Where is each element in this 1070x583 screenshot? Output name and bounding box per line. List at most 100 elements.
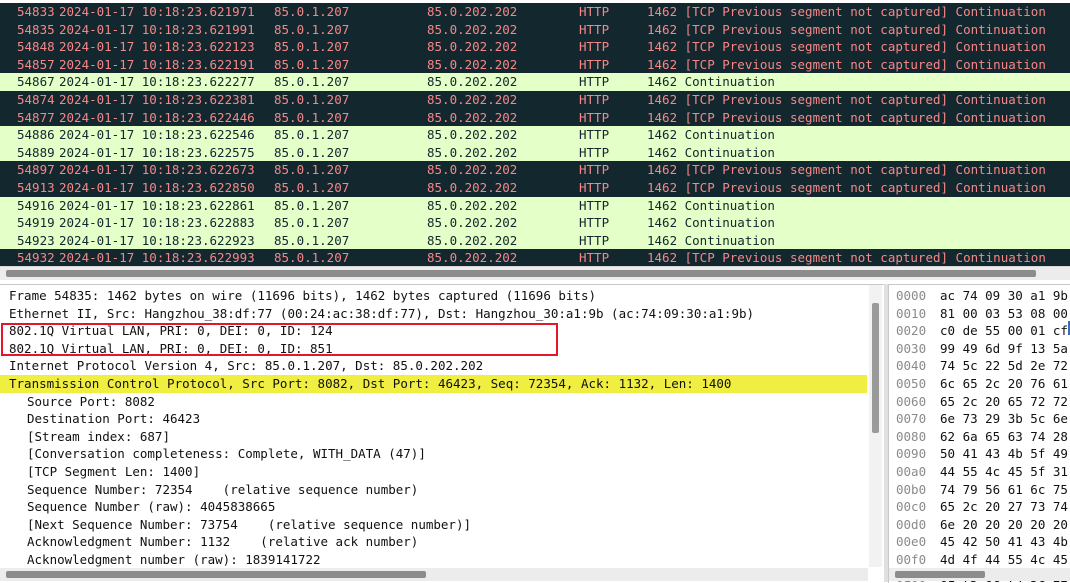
packet-row[interactable]: 54889 2024-01-17 10:18:23.622575 85.0.1.20… [0, 143, 1070, 162]
bytes-hex[interactable]: 62 6a 65 63 74 28 [940, 428, 1068, 446]
packet-cell-src: 85.0.1.207 [274, 127, 350, 143]
bytes-row: 0050 6c 65 2c 20 76 61 [889, 375, 1070, 393]
packet-cell-src: 85.0.1.207 [274, 56, 350, 72]
packet-cell-src: 85.0.1.207 [274, 250, 350, 266]
packet-cell-info: 1462 Continuation [647, 144, 775, 160]
packet-list[interactable]: 54833 2024-01-17 10:18:23.621971 85.0.1.20… [0, 0, 1070, 266]
packet-list-horizontal-scrollbar[interactable] [0, 266, 1070, 280]
bytes-offset: 00e0 [896, 534, 927, 550]
bytes-row: 0040 74 5c 22 5d 2e 72 [889, 357, 1070, 375]
bytes-row: 00c0 65 2c 20 27 73 74 [889, 498, 1070, 516]
bytes-row: 0020 c0 de 55 00 01 cf [889, 322, 1070, 340]
bytes-hex[interactable]: c0 de 55 00 01 cf [940, 322, 1068, 340]
packet-cell-time: 2024-01-17 10:18:23.622861 [59, 197, 255, 213]
bytes-offset: 00f0 [896, 552, 927, 567]
packet-row[interactable]: 54848 2024-01-17 10:18:23.622123 85.0.1.20… [0, 38, 1070, 56]
bytes-hex[interactable]: 50 41 43 4b 5f 49 [940, 445, 1068, 463]
packet-cell-dst: 85.0.202.202 [427, 250, 518, 266]
details-line[interactable]: [TCP Segment Len: 1400] [27, 463, 200, 481]
bytes-hex[interactable]: 45 42 50 41 43 4b [940, 533, 1068, 551]
packet-cell-dst: 85.0.202.202 [427, 39, 518, 55]
bytes-row: 00b0 74 79 56 61 6c 75 [889, 481, 1070, 499]
details-line[interactable]: Frame 54835: 1462 bytes on wire (11696 b… [9, 287, 596, 305]
packet-cell-dst: 85.0.202.202 [427, 92, 518, 107]
packet-bytes-pane[interactable]: 0000 ac 74 09 30 a1 9b 0010 81 00 03 53 08 … [888, 284, 1070, 583]
packet-cell-no: 54889 [17, 144, 55, 160]
scrollbar-thumb[interactable] [895, 571, 985, 578]
bytes-hex[interactable]: 74 5c 22 5d 2e 72 [940, 357, 1068, 375]
details-line[interactable]: Internet Protocol Version 4, Src: 85.0.1… [9, 357, 483, 375]
details-line[interactable]: Acknowledgment Number: 1132 (relative ac… [27, 533, 418, 551]
details-horizontal-scrollbar[interactable] [0, 568, 868, 581]
details-line[interactable]: Source Port: 8082 [27, 393, 155, 411]
packet-cell-dst: 85.0.202.202 [427, 180, 518, 195]
packet-cell-no: 54857 [17, 56, 55, 72]
packet-cell-time: 2024-01-17 10:18:23.622191 [59, 56, 255, 72]
packet-row[interactable]: 54874 2024-01-17 10:18:23.622381 85.0.1.20… [0, 91, 1070, 109]
packet-cell-proto: HTTP [579, 92, 610, 107]
bytes-offset: 0030 [896, 340, 927, 356]
packet-cell-no: 54833 [17, 4, 55, 19]
scrollbar-thumb[interactable] [872, 303, 879, 433]
packet-row[interactable]: 54916 2024-01-17 10:18:23.622861 85.0.1.20… [0, 196, 1070, 215]
bytes-offset: 0000 [896, 288, 927, 303]
packet-row[interactable]: 54923 2024-01-17 10:18:23.622923 85.0.1.20… [0, 231, 1070, 250]
packet-row[interactable]: 54897 2024-01-17 10:18:23.622673 85.0.1.20… [0, 161, 1070, 179]
packet-details-pane[interactable]: Frame 54835: 1462 bytes on wire (11696 b… [0, 284, 884, 583]
bytes-hex[interactable]: 99 49 6d 9f 13 5a [940, 340, 1068, 358]
bytes-hex[interactable]: ac 74 09 30 a1 9b [940, 287, 1068, 305]
scrollbar-thumb[interactable] [6, 571, 426, 578]
bytes-offset: 0040 [896, 358, 927, 374]
details-line[interactable]: Ethernet II, Src: Hangzhou_38:df:77 (00:… [9, 305, 754, 323]
packet-cell-proto: HTTP [579, 4, 610, 19]
bytes-row: 00e0 45 42 50 41 43 4b [889, 533, 1070, 551]
bytes-hex[interactable]: 44 55 4c 45 5f 31 [940, 463, 1068, 481]
bytes-hex[interactable]: 65 2c 20 65 72 72 [940, 393, 1068, 411]
vlan-highlight-box [1, 323, 558, 356]
packet-cell-time: 2024-01-17 10:18:23.622850 [59, 180, 255, 195]
details-line[interactable]: [Conversation completeness: Complete, WI… [27, 445, 426, 463]
packet-row[interactable]: 54877 2024-01-17 10:18:23.622446 85.0.1.20… [0, 108, 1070, 127]
bytes-hex[interactable]: 81 00 03 53 08 00 [940, 305, 1068, 323]
bytes-hex[interactable]: 6c 65 2c 20 76 61 [940, 375, 1068, 393]
packet-cell-src: 85.0.1.207 [274, 74, 350, 90]
packet-row[interactable]: 54886 2024-01-17 10:18:23.622546 85.0.1.20… [0, 126, 1070, 144]
details-line[interactable]: [Stream index: 687] [27, 428, 170, 446]
details-line[interactable]: Destination Port: 46423 [27, 410, 200, 428]
details-vertical-scrollbar[interactable] [869, 285, 882, 567]
packet-row[interactable]: 54835 2024-01-17 10:18:23.621991 85.0.1.20… [0, 20, 1070, 39]
packet-cell-proto: HTTP [579, 74, 610, 90]
bytes-row: 0080 62 6a 65 63 74 28 [889, 428, 1070, 446]
packet-cell-time: 2024-01-17 10:18:23.621971 [59, 4, 255, 19]
bytes-horizontal-scrollbar[interactable] [889, 568, 1070, 581]
packet-row[interactable]: 54867 2024-01-17 10:18:23.622277 85.0.1.20… [0, 73, 1070, 91]
details-line[interactable]: Acknowledgment number (raw): 1839141722 [27, 551, 321, 569]
bytes-hex[interactable]: 4d 4f 44 55 4c 45 [940, 551, 1068, 569]
scrollbar-thumb[interactable] [6, 270, 1036, 277]
packet-cell-proto: HTTP [579, 144, 610, 160]
bytes-hex[interactable]: 74 79 56 61 6c 75 [940, 481, 1068, 499]
packet-cell-proto: HTTP [579, 162, 610, 178]
details-line-selected[interactable]: Transmission Control Protocol, Src Port:… [0, 375, 867, 393]
packet-row[interactable]: 54919 2024-01-17 10:18:23.622883 85.0.1.20… [0, 214, 1070, 232]
packet-row[interactable]: 54833 2024-01-17 10:18:23.621971 85.0.1.20… [0, 3, 1070, 21]
bytes-hex[interactable]: 65 2c 20 27 73 74 [940, 498, 1068, 516]
packet-cell-info: 1462 [TCP Previous segment not captured]… [647, 56, 1046, 72]
bytes-hex[interactable]: 6e 73 29 3b 5c 6e [940, 410, 1068, 428]
packet-cell-proto: HTTP [579, 127, 610, 143]
bytes-row: 00a0 44 55 4c 45 5f 31 [889, 463, 1070, 481]
packet-cell-no: 54919 [17, 215, 55, 231]
packet-cell-no: 54867 [17, 74, 55, 90]
packet-row[interactable]: 54857 2024-01-17 10:18:23.622191 85.0.1.20… [0, 55, 1070, 74]
packet-row[interactable]: 54913 2024-01-17 10:18:23.622850 85.0.1.20… [0, 179, 1070, 197]
details-line[interactable]: Sequence Number: 72354 (relative sequenc… [27, 481, 418, 499]
bytes-hex[interactable]: 6e 20 20 20 20 20 [940, 516, 1068, 534]
packet-cell-time: 2024-01-17 10:18:23.622546 [59, 127, 255, 143]
packet-cell-proto: HTTP [579, 215, 610, 231]
details-line[interactable]: Sequence Number (raw): 4045838665 [27, 498, 275, 516]
bytes-offset: 00d0 [896, 516, 927, 532]
packet-cell-dst: 85.0.202.202 [427, 127, 518, 143]
packet-row[interactable]: 54932 2024-01-17 10:18:23.622993 85.0.1.20… [0, 249, 1070, 266]
packet-cell-info: 1462 Continuation [647, 127, 775, 143]
details-line[interactable]: [Next Sequence Number: 73754 (relative s… [27, 516, 471, 534]
